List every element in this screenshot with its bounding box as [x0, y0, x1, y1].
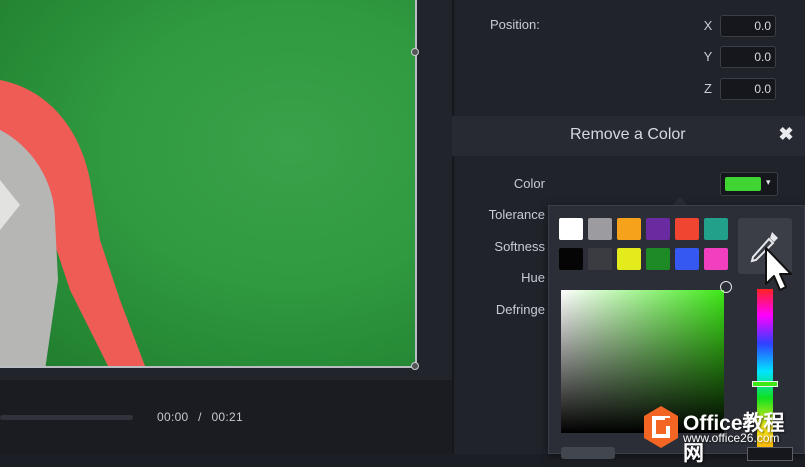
position-x-input[interactable]: [720, 15, 776, 37]
resize-handle[interactable]: [411, 48, 419, 56]
hue-slider-handle[interactable]: [752, 381, 778, 387]
watermark-url: www.office26.com: [683, 431, 780, 445]
panel-divider: [452, 0, 454, 454]
position-label: Position:: [490, 17, 540, 32]
color-swatch[interactable]: [675, 218, 699, 240]
current-time: 00:00: [157, 410, 189, 424]
resize-handle[interactable]: [411, 362, 419, 370]
softness-label: Softness: [494, 239, 545, 254]
color-label: Color: [513, 176, 545, 191]
mouse-cursor-icon: [765, 247, 792, 291]
tolerance-label: Tolerance: [488, 207, 545, 222]
color-dropdown-button[interactable]: ▾: [720, 172, 778, 196]
time-separator: /: [198, 410, 202, 424]
position-y-input[interactable]: [720, 46, 776, 68]
color-swatch[interactable]: [675, 248, 699, 270]
close-effect-button[interactable]: ✖: [776, 124, 796, 144]
color-swatch[interactable]: [588, 248, 612, 270]
chevron-down-icon: ▾: [766, 177, 771, 187]
scrubber-track[interactable]: [0, 415, 133, 420]
video-preview[interactable]: [0, 0, 417, 368]
color-swatch[interactable]: [588, 218, 612, 240]
color-swatch[interactable]: [704, 218, 728, 240]
position-z-input[interactable]: [720, 78, 776, 100]
saturation-handle[interactable]: [720, 281, 732, 293]
canvas-area: [0, 0, 452, 380]
defringe-label: Defringe: [495, 302, 545, 317]
y-axis-label: Y: [703, 49, 713, 64]
color-swatch[interactable]: [617, 218, 641, 240]
color-swatch[interactable]: [559, 248, 583, 270]
selected-color-swatch: [725, 177, 761, 191]
total-time: 00:21: [211, 410, 243, 424]
z-axis-label: Z: [704, 81, 712, 96]
color-swatch[interactable]: [559, 218, 583, 240]
x-axis-label: X: [703, 18, 713, 33]
person-figure: [0, 80, 145, 366]
time-readout: 00:00 / 00:21: [157, 410, 243, 424]
color-swatch[interactable]: [617, 248, 641, 270]
effect-title: Remove a Color: [570, 126, 686, 143]
color-swatch[interactable]: [646, 248, 670, 270]
color-swatch[interactable]: [646, 218, 670, 240]
picker-mode-button[interactable]: [561, 447, 615, 459]
hue-label: Hue: [521, 270, 545, 285]
color-swatch[interactable]: [704, 248, 728, 270]
